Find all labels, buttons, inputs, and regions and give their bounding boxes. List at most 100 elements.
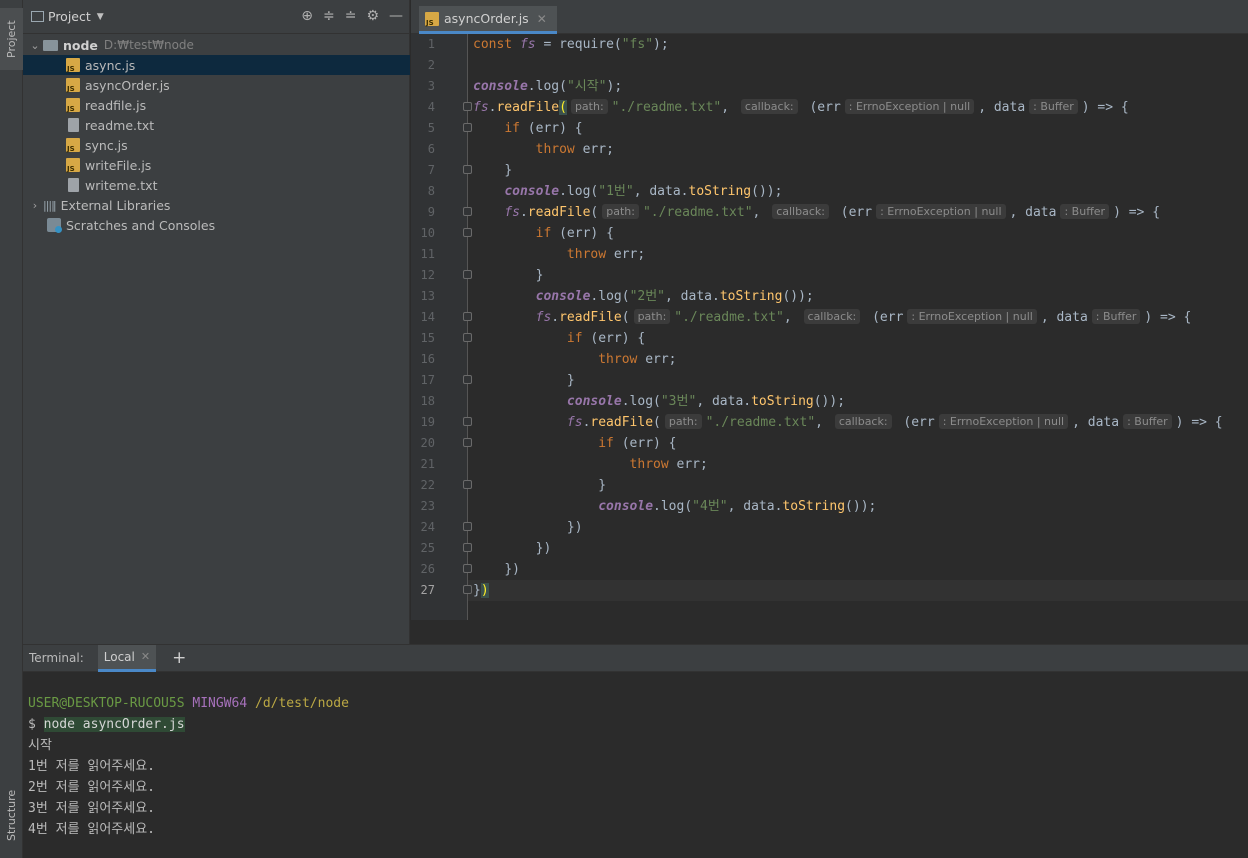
current-line-highlight [468, 580, 1248, 601]
code-line: fs.readFile(path: "./readme.txt", callbac… [566, 414, 1223, 430]
code-line: throw err; [598, 352, 677, 367]
expand-all-icon[interactable]: ≑ [323, 8, 335, 24]
line-number: 2 [427, 58, 435, 72]
code-editor[interactable]: 1 2 3 4 5 6 7 8 9 10 11 12 13 14 15 16 17 18 19 20 21 22 23 24 2… [411, 34, 1248, 644]
close-icon[interactable]: ✕ [141, 650, 150, 663]
type-hint: : Buffer [1091, 309, 1141, 324]
fold-marker-icon[interactable] [463, 312, 472, 321]
scratches-label: Scratches and Consoles [66, 217, 216, 233]
line-number: 1 [427, 37, 435, 51]
gear-icon[interactable]: ⚙ [366, 8, 379, 24]
type-hint: : Buffer [1060, 204, 1110, 219]
terminal-output-line: 4번 저를 읽어주세요. [28, 822, 155, 837]
parameter-hint: path: [602, 204, 639, 219]
fold-marker-icon[interactable] [463, 375, 472, 384]
terminal-output-line: 3번 저를 읽어주세요. [28, 801, 155, 816]
tool-window-strip: Project Structure [0, 0, 23, 858]
code-line: fs.readFile(path: "./readme.txt", callbac… [473, 99, 1129, 115]
editor-tab-label: asyncOrder.js [444, 11, 529, 26]
fold-marker-icon[interactable] [463, 417, 472, 426]
line-number: 8 [427, 184, 435, 198]
code-line: if (err) { [566, 331, 646, 346]
code-line: }) [473, 583, 489, 598]
terminal-tab-label: Local [103, 649, 135, 664]
project-window-icon [31, 11, 44, 22]
tree-external-libraries[interactable]: › |||‖ External Libraries [23, 195, 410, 215]
line-number: 13 [420, 289, 435, 303]
line-number: 11 [420, 247, 435, 261]
terminal-tab-local[interactable]: Local ✕ [97, 644, 157, 672]
fold-marker-icon[interactable] [463, 123, 472, 132]
fold-marker-icon[interactable] [463, 564, 472, 573]
terminal-tab-bar: Terminal: Local ✕ + [23, 644, 1248, 672]
parameter-hint: callback: [740, 99, 798, 114]
editor-bottom-area [411, 620, 1248, 644]
locate-icon[interactable]: ⊕ [301, 8, 313, 24]
terminal-output[interactable]: USER@DESKTOP-RUCOU5S MINGW64 /d/test/nod… [23, 672, 1248, 858]
parameter-hint: path: [633, 309, 671, 324]
code-line: fs.readFile(path: "./readme.txt", callbac… [535, 309, 1192, 325]
terminal-label: Terminal: [29, 651, 84, 665]
hide-icon[interactable]: — [389, 8, 403, 24]
project-tool-tab-label: Project [5, 20, 18, 58]
line-number: 4 [427, 100, 435, 114]
tree-file-readme-txt[interactable]: readme.txt [23, 115, 410, 135]
fold-marker-icon[interactable] [463, 480, 472, 489]
parameter-hint: callback: [834, 414, 892, 429]
tree-file-asyncorder-js[interactable]: asyncOrder.js [23, 75, 410, 95]
line-number: 19 [420, 415, 435, 429]
chevron-down-icon[interactable]: ⌄ [27, 39, 43, 52]
chevron-down-icon[interactable]: ▼ [97, 12, 104, 22]
add-terminal-icon[interactable]: + [172, 648, 186, 668]
editor-tab-asyncorder-js[interactable]: asyncOrder.js ✕ [419, 6, 557, 34]
tree-file-writefile-js[interactable]: writeFile.js [23, 155, 410, 175]
external-libraries-label: External Libraries [60, 197, 171, 213]
type-hint: : Buffer [1029, 99, 1078, 114]
code-line: } [535, 268, 544, 283]
javascript-file-icon [66, 98, 80, 113]
fold-marker-icon[interactable] [463, 228, 472, 237]
fold-marker-icon[interactable] [463, 333, 472, 342]
code-line: const fs = require("fs"); [473, 37, 669, 52]
fold-marker-icon[interactable] [463, 102, 472, 111]
line-number: 10 [420, 226, 435, 240]
chevron-right-icon[interactable]: › [27, 199, 43, 212]
line-number: 6 [427, 142, 435, 156]
project-view-selector[interactable]: Project [48, 9, 91, 24]
type-hint: : ErrnoException | null [938, 414, 1069, 429]
file-name: asyncOrder.js [85, 77, 170, 93]
collapse-all-icon[interactable]: ≐ [345, 8, 357, 24]
tree-file-readfile-js[interactable]: readfile.js [23, 95, 410, 115]
fold-marker-icon[interactable] [463, 165, 472, 174]
tree-file-writeme-txt[interactable]: writeme.txt [23, 175, 410, 195]
text-file-icon [68, 178, 79, 192]
code-line: }) [535, 541, 552, 556]
line-number: 7 [427, 163, 435, 177]
code-line: if (err) { [535, 226, 614, 241]
structure-tool-tab[interactable]: Structure [0, 780, 23, 850]
fold-marker-icon[interactable] [463, 207, 472, 216]
fold-marker-icon[interactable] [463, 522, 472, 531]
fold-marker-icon[interactable] [463, 438, 472, 447]
tree-file-async-js[interactable]: async.js [23, 55, 410, 75]
fold-marker-icon[interactable] [463, 585, 472, 594]
javascript-file-icon [66, 78, 80, 93]
code-line: console.log("시작"); [473, 79, 623, 94]
line-number: 20 [420, 436, 435, 450]
fold-marker-icon[interactable] [463, 543, 472, 552]
tree-file-sync-js[interactable]: sync.js [23, 135, 410, 155]
tree-scratches-consoles[interactable]: Scratches and Consoles [23, 215, 410, 235]
code-line: } [598, 478, 607, 493]
code-line: console.log("3번", data.toString()); [566, 394, 846, 409]
project-tool-tab[interactable]: Project [0, 8, 23, 70]
file-name: readme.txt [85, 117, 155, 133]
code-line: }) [504, 562, 520, 577]
line-number: 14 [420, 310, 435, 324]
parameter-hint: path: [570, 99, 608, 114]
terminal-prompt-line: USER@DESKTOP-RUCOU5S MINGW64 /d/test/nod… [28, 696, 349, 711]
javascript-file-icon [66, 58, 80, 73]
tree-root-node[interactable]: ⌄ node D:₩test₩node [23, 35, 410, 55]
fold-marker-icon[interactable] [463, 270, 472, 279]
close-icon[interactable]: ✕ [537, 12, 547, 26]
line-number: 16 [420, 352, 435, 366]
